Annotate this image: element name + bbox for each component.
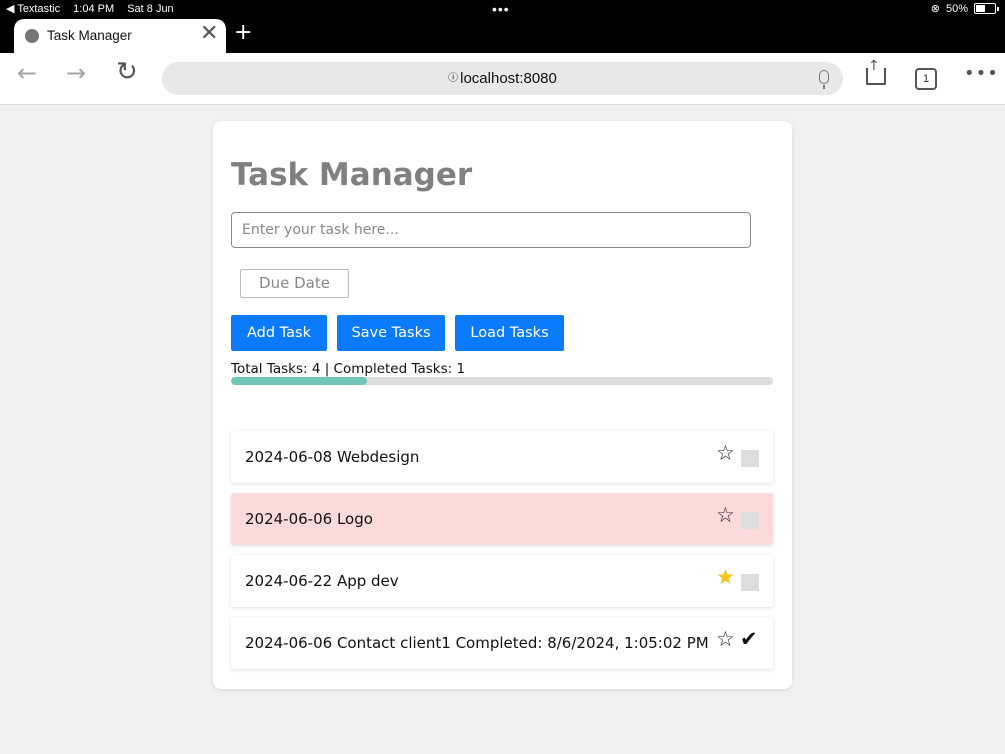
checkmark-icon[interactable]: ✔	[740, 629, 758, 650]
progress-fill	[231, 377, 367, 385]
task-manager-card: Task Manager Due Date Add Task Save Task…	[213, 121, 792, 689]
progress-bar	[231, 377, 773, 385]
url-text: localhost:8080	[460, 70, 557, 87]
add-task-button[interactable]: Add Task	[231, 315, 327, 351]
task-item[interactable]: 2024-06-08 Webdesign ☆	[231, 431, 773, 483]
complete-checkbox[interactable]	[741, 512, 759, 529]
reload-icon[interactable]: ↻	[116, 59, 138, 85]
due-date-picker[interactable]: Due Date	[240, 269, 349, 298]
browser-toolbar: ← → ↻ ⓘ localhost:8080 ↑ 1 •••	[0, 53, 1005, 105]
back-to-app-link[interactable]: ◀ Textastic	[6, 3, 60, 15]
task-text: 2024-06-08 Webdesign	[245, 448, 420, 466]
star-filled-icon[interactable]: ★	[716, 567, 735, 588]
link-icon: ⊗	[930, 3, 940, 15]
task-input[interactable]	[231, 212, 751, 248]
address-bar[interactable]: ⓘ localhost:8080	[162, 62, 843, 95]
microphone-icon[interactable]	[819, 70, 829, 89]
status-time: 1:04 PM	[73, 3, 115, 15]
info-icon[interactable]: ⓘ	[448, 73, 458, 84]
task-text: 2024-06-22 App dev	[245, 572, 399, 590]
more-options-icon[interactable]: •••	[964, 63, 999, 84]
status-date: Sat 8 Jun	[127, 3, 174, 15]
task-stats: Total Tasks: 4 | Completed Tasks: 1	[231, 361, 466, 377]
forward-arrow-icon[interactable]: →	[66, 61, 86, 85]
complete-checkbox[interactable]	[741, 450, 759, 467]
browser-tab[interactable]: Task Manager ✕	[14, 19, 226, 53]
globe-icon	[25, 29, 39, 43]
task-item[interactable]: 2024-06-06 Logo ☆	[231, 493, 773, 545]
battery-percent: 50%	[945, 2, 968, 15]
page-title: Task Manager	[231, 157, 473, 193]
task-item[interactable]: 2024-06-06 Contact client1 Completed: 8/…	[231, 617, 773, 669]
battery-icon	[974, 3, 996, 14]
complete-checkbox[interactable]	[741, 574, 759, 591]
save-tasks-button[interactable]: Save Tasks	[337, 315, 445, 351]
task-item[interactable]: 2024-06-22 App dev ★	[231, 555, 773, 607]
multitasking-dots-icon[interactable]: •••	[492, 1, 510, 17]
tab-title: Task Manager	[47, 28, 132, 43]
tab-bar: Task Manager ✕ +	[0, 18, 1005, 53]
close-tab-icon[interactable]: ✕	[200, 23, 218, 45]
task-text: 2024-06-06 Logo	[245, 510, 373, 528]
tab-count-button[interactable]: 1	[915, 68, 937, 90]
task-text: 2024-06-06 Contact client1 Completed: 8/…	[245, 634, 709, 652]
star-outline-icon[interactable]: ☆	[716, 629, 735, 650]
star-outline-icon[interactable]: ☆	[716, 505, 735, 526]
task-list: 2024-06-08 Webdesign ☆ 2024-06-06 Logo ☆ 202…	[231, 431, 773, 679]
back-arrow-icon[interactable]: ←	[17, 61, 37, 85]
status-bar: ◀ Textastic 1:04 PM Sat 8 Jun ••• ⊗ 50%	[0, 0, 1005, 18]
new-tab-icon[interactable]: +	[234, 22, 252, 44]
star-outline-icon[interactable]: ☆	[716, 443, 735, 464]
load-tasks-button[interactable]: Load Tasks	[455, 315, 564, 351]
